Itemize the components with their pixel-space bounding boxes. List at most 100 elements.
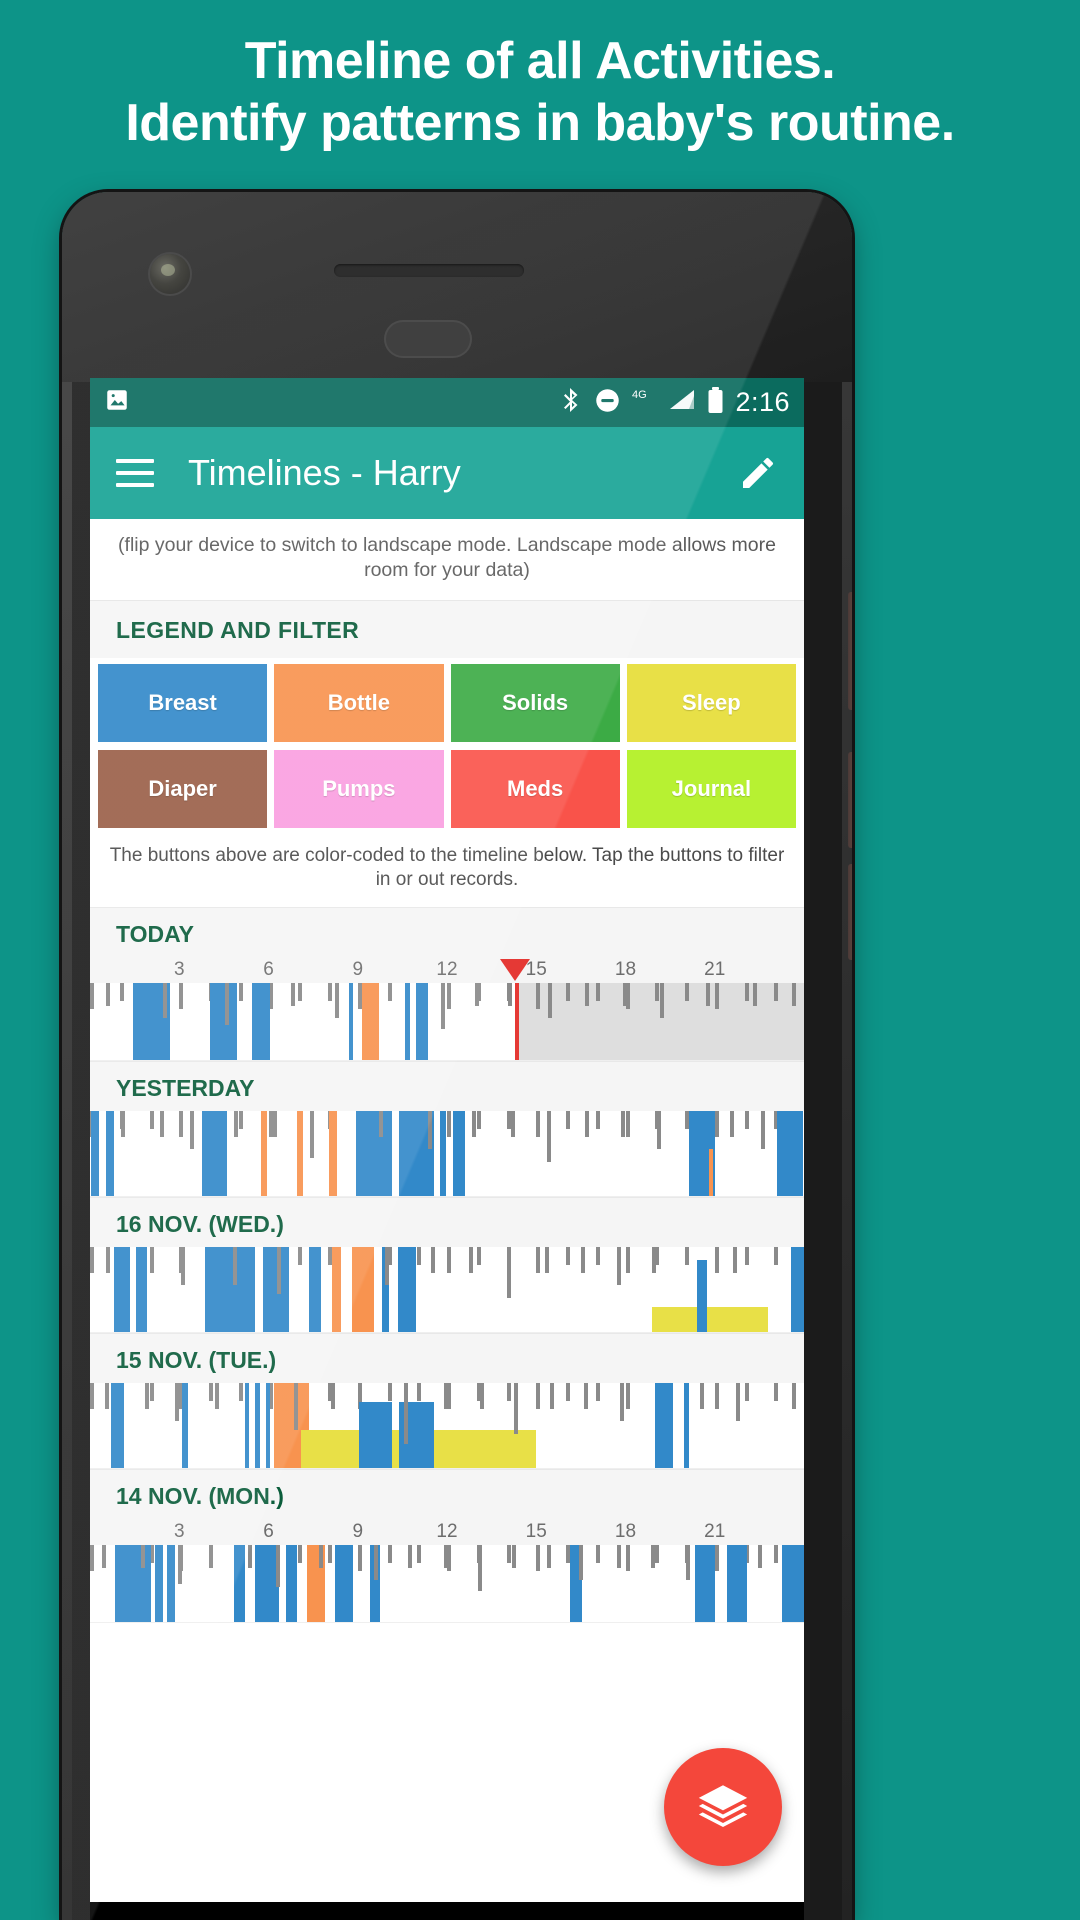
timeline-event-diaper[interactable] bbox=[545, 1247, 550, 1273]
timeline-event-breast[interactable] bbox=[695, 1545, 715, 1623]
timeline-event-diaper[interactable] bbox=[735, 1383, 740, 1422]
timeline-event-diaper[interactable] bbox=[475, 983, 480, 1007]
timeline-event-diaper[interactable] bbox=[621, 1111, 626, 1137]
timeline-event-diaper[interactable] bbox=[580, 1247, 585, 1273]
timeline-event-diaper[interactable] bbox=[792, 983, 797, 1007]
timeline-event-diaper[interactable] bbox=[444, 1383, 449, 1409]
timeline-event-diaper[interactable] bbox=[732, 1247, 737, 1273]
timeline-event-breast[interactable] bbox=[696, 1259, 708, 1333]
timeline-event-diaper[interactable] bbox=[656, 1111, 661, 1150]
timeline-event-bottle[interactable] bbox=[362, 983, 379, 1061]
timeline-track[interactable] bbox=[90, 1111, 804, 1198]
timeline-event-breast[interactable] bbox=[136, 1247, 147, 1333]
volume-down-button[interactable] bbox=[848, 864, 852, 960]
timeline-event-diaper[interactable] bbox=[510, 1111, 515, 1137]
timeline-event-breast[interactable] bbox=[308, 1247, 321, 1333]
timeline-event-bottle[interactable] bbox=[351, 1247, 375, 1333]
timeline-event-diaper[interactable] bbox=[403, 1383, 408, 1445]
legend-button-sleep[interactable]: Sleep bbox=[626, 663, 796, 742]
timeline-event-breast[interactable] bbox=[106, 1111, 114, 1197]
timeline-event-diaper[interactable] bbox=[225, 983, 230, 1026]
timeline-event-diaper[interactable] bbox=[247, 1545, 252, 1569]
timeline-event-diaper[interactable] bbox=[189, 1111, 194, 1150]
timeline-event-breast[interactable] bbox=[265, 1383, 270, 1469]
timeline-track[interactable] bbox=[90, 1545, 804, 1624]
timeline-event-diaper[interactable] bbox=[101, 1545, 106, 1569]
legend-button-meds[interactable]: Meds bbox=[450, 749, 620, 828]
timeline-event-diaper[interactable] bbox=[159, 1111, 164, 1137]
timeline-event-diaper[interactable] bbox=[616, 1247, 621, 1286]
timeline-event-breast[interactable] bbox=[201, 1111, 227, 1197]
edit-pencil-icon[interactable] bbox=[738, 453, 778, 493]
legend-button-breast[interactable]: Breast bbox=[98, 663, 268, 742]
timeline-event-diaper[interactable] bbox=[177, 1545, 182, 1584]
timeline-event-breast[interactable] bbox=[286, 1545, 297, 1623]
timeline-event-diaper[interactable] bbox=[546, 1545, 551, 1569]
timeline-event-diaper[interactable] bbox=[585, 983, 590, 1007]
timeline-event-bottle[interactable] bbox=[329, 1111, 337, 1197]
timeline-event-diaper[interactable] bbox=[384, 1247, 389, 1286]
timeline-event-diaper[interactable] bbox=[140, 1545, 145, 1569]
legend-button-diaper[interactable]: Diaper bbox=[98, 749, 268, 828]
layers-fab-button[interactable] bbox=[664, 1748, 782, 1866]
timeline-track[interactable] bbox=[90, 983, 804, 1062]
timeline-event-breast[interactable] bbox=[204, 1247, 256, 1333]
timeline-event-breast[interactable] bbox=[252, 983, 270, 1061]
timeline-event-diaper[interactable] bbox=[290, 983, 295, 1007]
timeline-event-breast[interactable] bbox=[790, 1247, 804, 1333]
timeline-event-diaper[interactable] bbox=[121, 1111, 126, 1137]
timeline-event-diaper[interactable] bbox=[585, 1111, 590, 1137]
timeline-event-diaper[interactable] bbox=[430, 1247, 435, 1273]
timeline-event-breast[interactable] bbox=[452, 1111, 465, 1197]
timeline-event-diaper[interactable] bbox=[330, 1383, 335, 1409]
power-button[interactable] bbox=[848, 592, 852, 710]
timeline-event-diaper[interactable] bbox=[507, 983, 512, 1007]
legend-button-solids[interactable]: Solids bbox=[450, 663, 620, 742]
timeline-event-breast[interactable] bbox=[182, 1383, 189, 1469]
timeline-event-diaper[interactable] bbox=[506, 1247, 511, 1299]
timeline-event-bottle[interactable] bbox=[296, 1111, 303, 1197]
timeline-event-diaper[interactable] bbox=[619, 1383, 624, 1422]
timeline-event-diaper[interactable] bbox=[686, 1545, 691, 1580]
timeline-event-breast[interactable] bbox=[655, 1383, 674, 1469]
timeline-event-diaper[interactable] bbox=[104, 1383, 109, 1409]
volume-up-button[interactable] bbox=[848, 752, 852, 848]
timeline-event-diaper[interactable] bbox=[579, 1545, 584, 1580]
timeline-event-bottle[interactable] bbox=[332, 1247, 342, 1333]
timeline-event-diaper[interactable] bbox=[106, 983, 111, 1007]
legend-button-bottle[interactable]: Bottle bbox=[274, 663, 444, 742]
timeline-event-breast[interactable] bbox=[726, 1545, 748, 1623]
timeline-event-breast[interactable] bbox=[110, 1383, 125, 1469]
timeline-event-diaper[interactable] bbox=[277, 1247, 282, 1294]
timeline-event-sleep[interactable] bbox=[652, 1306, 769, 1333]
timeline-event-diaper[interactable] bbox=[378, 1111, 383, 1137]
timeline-event-diaper[interactable] bbox=[652, 1247, 657, 1273]
timeline-event-breast[interactable] bbox=[155, 1545, 163, 1623]
timeline-event-bottle[interactable] bbox=[708, 1149, 713, 1197]
timeline-event-breast[interactable] bbox=[262, 1247, 290, 1333]
timeline-event-diaper[interactable] bbox=[106, 1247, 111, 1273]
timeline-event-diaper[interactable] bbox=[478, 1545, 483, 1592]
timeline-event-diaper[interactable] bbox=[209, 1545, 213, 1569]
timeline-event-breast[interactable] bbox=[255, 1383, 260, 1469]
timeline-event-diaper[interactable] bbox=[335, 983, 340, 1018]
timeline-event-diaper[interactable] bbox=[546, 1111, 551, 1163]
timeline-event-bottle[interactable] bbox=[261, 1111, 267, 1197]
timeline-event-diaper[interactable] bbox=[757, 1545, 762, 1569]
timeline-event-breast[interactable] bbox=[167, 1545, 175, 1623]
timeline-event-diaper[interactable] bbox=[616, 1545, 621, 1569]
timeline-event-diaper[interactable] bbox=[174, 1383, 179, 1422]
timeline-event-diaper[interactable] bbox=[374, 1545, 379, 1580]
timeline-track[interactable] bbox=[90, 1247, 804, 1334]
timeline-event-breast[interactable] bbox=[113, 1247, 131, 1333]
timeline-event-diaper[interactable] bbox=[275, 1545, 280, 1588]
timeline-event-diaper[interactable] bbox=[293, 1383, 298, 1430]
timeline-event-diaper[interactable] bbox=[180, 1247, 185, 1286]
timeline-event-diaper[interactable] bbox=[272, 1111, 277, 1137]
timeline-track[interactable] bbox=[90, 1383, 804, 1470]
timeline-event-breast[interactable] bbox=[335, 1545, 354, 1623]
timeline-event-breast[interactable] bbox=[777, 1111, 803, 1197]
timeline-event-diaper[interactable] bbox=[319, 1545, 324, 1569]
legend-button-journal[interactable]: Journal bbox=[626, 749, 796, 828]
timeline-event-diaper[interactable] bbox=[234, 1111, 239, 1137]
